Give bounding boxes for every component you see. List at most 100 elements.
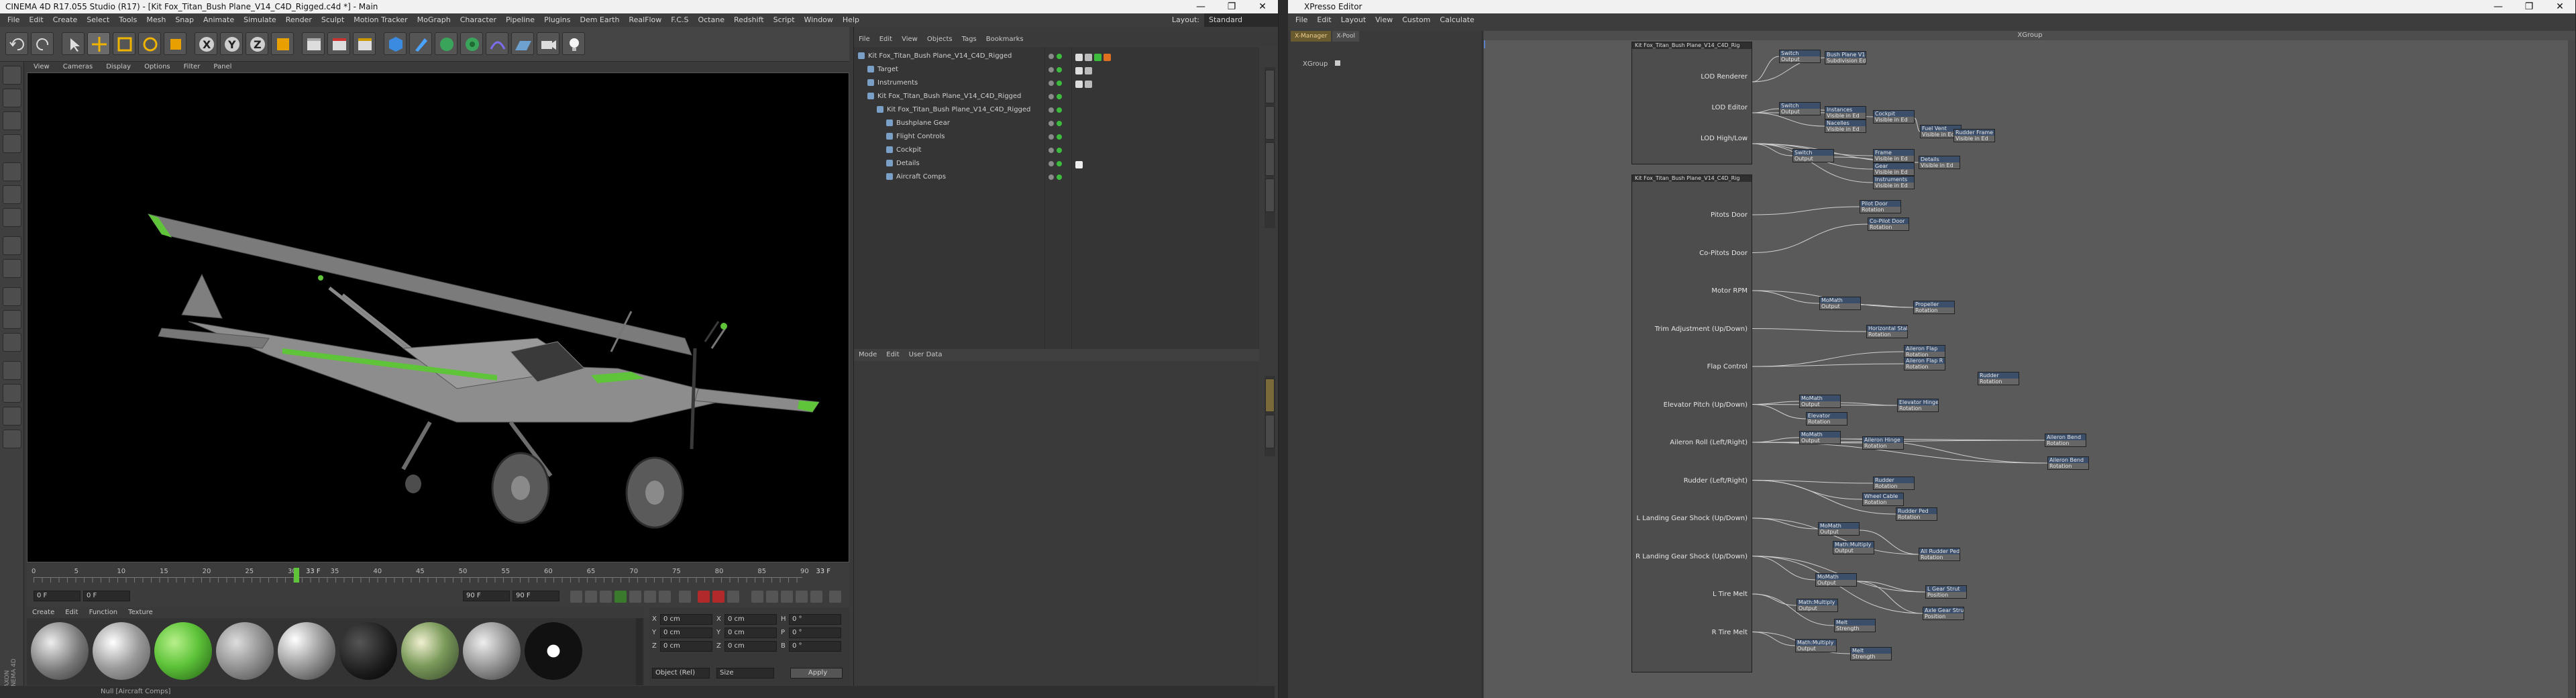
xpresso-node[interactable]: Instruments Visible in Ed [1873, 176, 1915, 189]
xpresso-node-port[interactable]: Position [1926, 592, 1966, 598]
xpresso-node[interactable]: Cockpit Visible in Ed [1873, 110, 1915, 123]
menu-character[interactable]: Character [455, 13, 501, 27]
enable-check[interactable] [1057, 107, 1062, 113]
menu-realflow[interactable]: RealFlow [624, 13, 666, 27]
timeline-window-button[interactable] [829, 591, 841, 603]
coord-value-field[interactable]: 0 cm [724, 614, 777, 625]
xpresso-node[interactable]: MoMath Output [1819, 297, 1861, 310]
port-lod-renderer[interactable]: LOD Renderer [1701, 73, 1748, 81]
xpresso-node[interactable]: Aileron Hinge Rotation [1862, 436, 1904, 450]
attributes-tab[interactable] [1265, 379, 1275, 412]
xpresso-node[interactable]: Switch Output [1792, 149, 1834, 162]
coord-value-field[interactable]: 0 cm [660, 614, 712, 625]
xpresso-node-port[interactable]: Strength [1835, 626, 1875, 632]
edges-mode-button[interactable] [3, 185, 21, 204]
layers-tab[interactable] [1265, 415, 1275, 448]
layers-button[interactable] [3, 430, 21, 448]
coord-mode-dropdown[interactable]: Object (Rel) [652, 668, 710, 679]
xpresso-node[interactable]: Axle Gear Strut Position [1923, 607, 1964, 620]
control-port[interactable]: Co-Pitots Door [1699, 250, 1748, 257]
points-mode-button[interactable] [3, 162, 21, 181]
xpresso-node-port[interactable]: Position [1923, 613, 1964, 619]
xpresso-node[interactable]: Switch Output [1779, 102, 1821, 115]
xpresso-minimize-button[interactable]: — [2483, 0, 2514, 13]
xpresso-node-port[interactable]: Rotation [1863, 499, 1903, 505]
xpresso-node-port[interactable]: Rotation [1860, 207, 1900, 213]
render-view-button[interactable] [302, 32, 325, 55]
object-row[interactable]: Target [867, 63, 898, 76]
control-port[interactable]: Pitots Door [1711, 211, 1748, 219]
xpresso-node[interactable]: MoMath Output [1815, 573, 1857, 587]
xpresso-node[interactable]: MoMath Output [1818, 522, 1860, 536]
xpresso-node[interactable]: L Gear Strut Position [1925, 585, 1967, 599]
object-row[interactable]: Bushplane Gear [886, 117, 950, 130]
object-tag-icon[interactable] [1075, 54, 1083, 61]
xpresso-node[interactable]: Elevator Hinge Rotation [1897, 399, 1939, 412]
object-row[interactable]: Cockpit [886, 144, 921, 156]
xpresso-node-port[interactable]: Strength [1851, 654, 1891, 660]
om-menu-edit[interactable]: Edit [875, 34, 897, 46]
coord-system-button[interactable] [271, 32, 294, 55]
material-swatch[interactable] [31, 622, 89, 680]
menu-mograph[interactable]: MoGraph [413, 13, 455, 27]
xp-menu-file[interactable]: File [1291, 13, 1312, 27]
cube-button[interactable] [384, 32, 407, 55]
xpresso-node-port[interactable]: Rotation [1874, 483, 1914, 489]
xpresso-node-port[interactable]: Rotation [1898, 405, 1938, 411]
model-mode-button[interactable] [3, 89, 21, 107]
viewport-menu-view[interactable]: View [27, 62, 56, 72]
xpresso-node[interactable]: Details Visible in Ed [1919, 156, 1960, 169]
xpresso-node[interactable]: Math:Multiply Output [1833, 541, 1874, 554]
xpresso-node-port[interactable]: Visible in Ed [1874, 169, 1914, 175]
menu-window[interactable]: Window [800, 13, 838, 27]
am-menu-edit[interactable]: Edit [881, 349, 904, 361]
max-frame-field[interactable]: 90 F [463, 591, 510, 601]
takes-tab[interactable] [1265, 106, 1275, 140]
xpresso-node[interactable]: Aileron Flap R Rotation [1904, 357, 1945, 370]
menu-create[interactable]: Create [48, 13, 83, 27]
content-browser-tab[interactable] [1265, 142, 1275, 176]
material-menu-texture[interactable]: Texture [123, 607, 158, 618]
uv-mode-button[interactable] [3, 236, 21, 255]
xpresso-node[interactable]: Propeller Rotation [1913, 301, 1955, 314]
tab-x-manager[interactable]: X-Manager [1291, 31, 1332, 42]
menu-render[interactable]: Render [281, 13, 317, 27]
xpresso-node-port[interactable]: Rotation [1914, 307, 1954, 313]
canvas-scrollbar[interactable] [2568, 40, 2575, 698]
visibility-dot[interactable] [1049, 121, 1054, 126]
object-tag-icon[interactable] [1085, 81, 1092, 88]
visibility-dot[interactable] [1049, 94, 1054, 99]
xpresso-node-port[interactable]: Rotation [2048, 463, 2088, 469]
workplane-button[interactable] [3, 134, 21, 153]
menu-mesh[interactable]: Mesh [142, 13, 170, 27]
control-port[interactable]: R Tire Melt [1712, 629, 1748, 636]
xpresso-node-port[interactable]: Output [1820, 303, 1860, 309]
xpresso-node[interactable]: Rudder Frame Visible in Ed [1953, 129, 1995, 142]
recent-tool-button[interactable] [164, 32, 186, 55]
object-tag-icon[interactable] [1075, 67, 1083, 74]
visibility-dot[interactable] [1049, 54, 1054, 59]
xpresso-node[interactable]: MoMath Output [1799, 431, 1841, 444]
viewport-menu-panel[interactable]: Panel [207, 62, 238, 72]
close-button[interactable]: ✕ [1247, 0, 1278, 13]
xpresso-node-port[interactable]: Rotation [1807, 419, 1847, 425]
menu-simulate[interactable]: Simulate [239, 13, 281, 27]
visibility-dot[interactable] [1049, 67, 1054, 72]
xpresso-node[interactable]: Pilot Door Rotation [1860, 200, 1901, 213]
scale-tool-button[interactable] [113, 32, 136, 55]
coord-value-field[interactable]: 0 ° [789, 614, 841, 625]
xpresso-node-port[interactable]: Visible in Ed [1919, 162, 1960, 168]
menu-script[interactable]: Script [769, 13, 800, 27]
xpresso-node[interactable]: MoMath Output [1799, 395, 1841, 408]
om-menu-view[interactable]: View [897, 34, 922, 46]
xpresso-node-port[interactable]: Rotation [1919, 554, 1960, 560]
material-menu-function[interactable]: Function [84, 607, 123, 618]
array-button[interactable] [460, 32, 483, 55]
viewport-menu-options[interactable]: Options [138, 62, 177, 72]
xpresso-node-port[interactable]: Output [1800, 401, 1840, 407]
texture-mode-button[interactable] [3, 111, 21, 130]
xpresso-node[interactable]: Frame Visible in Ed [1873, 149, 1915, 162]
subdivision-button[interactable] [435, 32, 458, 55]
prev-frame-button[interactable] [600, 591, 612, 603]
menu-plugins[interactable]: Plugins [539, 13, 575, 27]
